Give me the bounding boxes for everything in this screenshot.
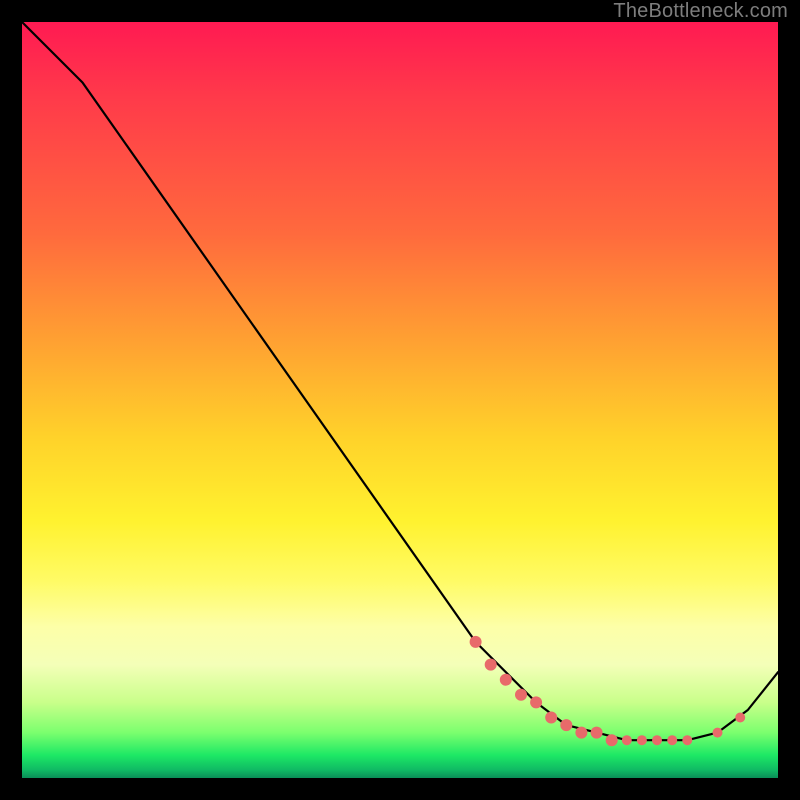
bottleneck-curve: [22, 22, 778, 778]
marker-dot: [591, 727, 603, 739]
marker-dot: [735, 713, 745, 723]
marker-dot: [652, 735, 662, 745]
marker-dot: [500, 674, 512, 686]
marker-dot: [575, 727, 587, 739]
marker-dot: [682, 735, 692, 745]
marker-dot: [606, 734, 618, 746]
marker-dot: [470, 636, 482, 648]
marker-dot: [485, 659, 497, 671]
marker-dot: [530, 696, 542, 708]
marker-dot: [637, 735, 647, 745]
watermark-text: TheBottleneck.com: [613, 0, 788, 23]
marker-dot: [667, 735, 677, 745]
marker-dot: [622, 735, 632, 745]
marker-dot: [560, 719, 572, 731]
marker-dot: [515, 689, 527, 701]
marker-dot: [545, 712, 557, 724]
marker-dot: [713, 728, 723, 738]
chart-frame: TheBottleneck.com: [0, 0, 800, 800]
chart-plot-area: [22, 22, 778, 778]
